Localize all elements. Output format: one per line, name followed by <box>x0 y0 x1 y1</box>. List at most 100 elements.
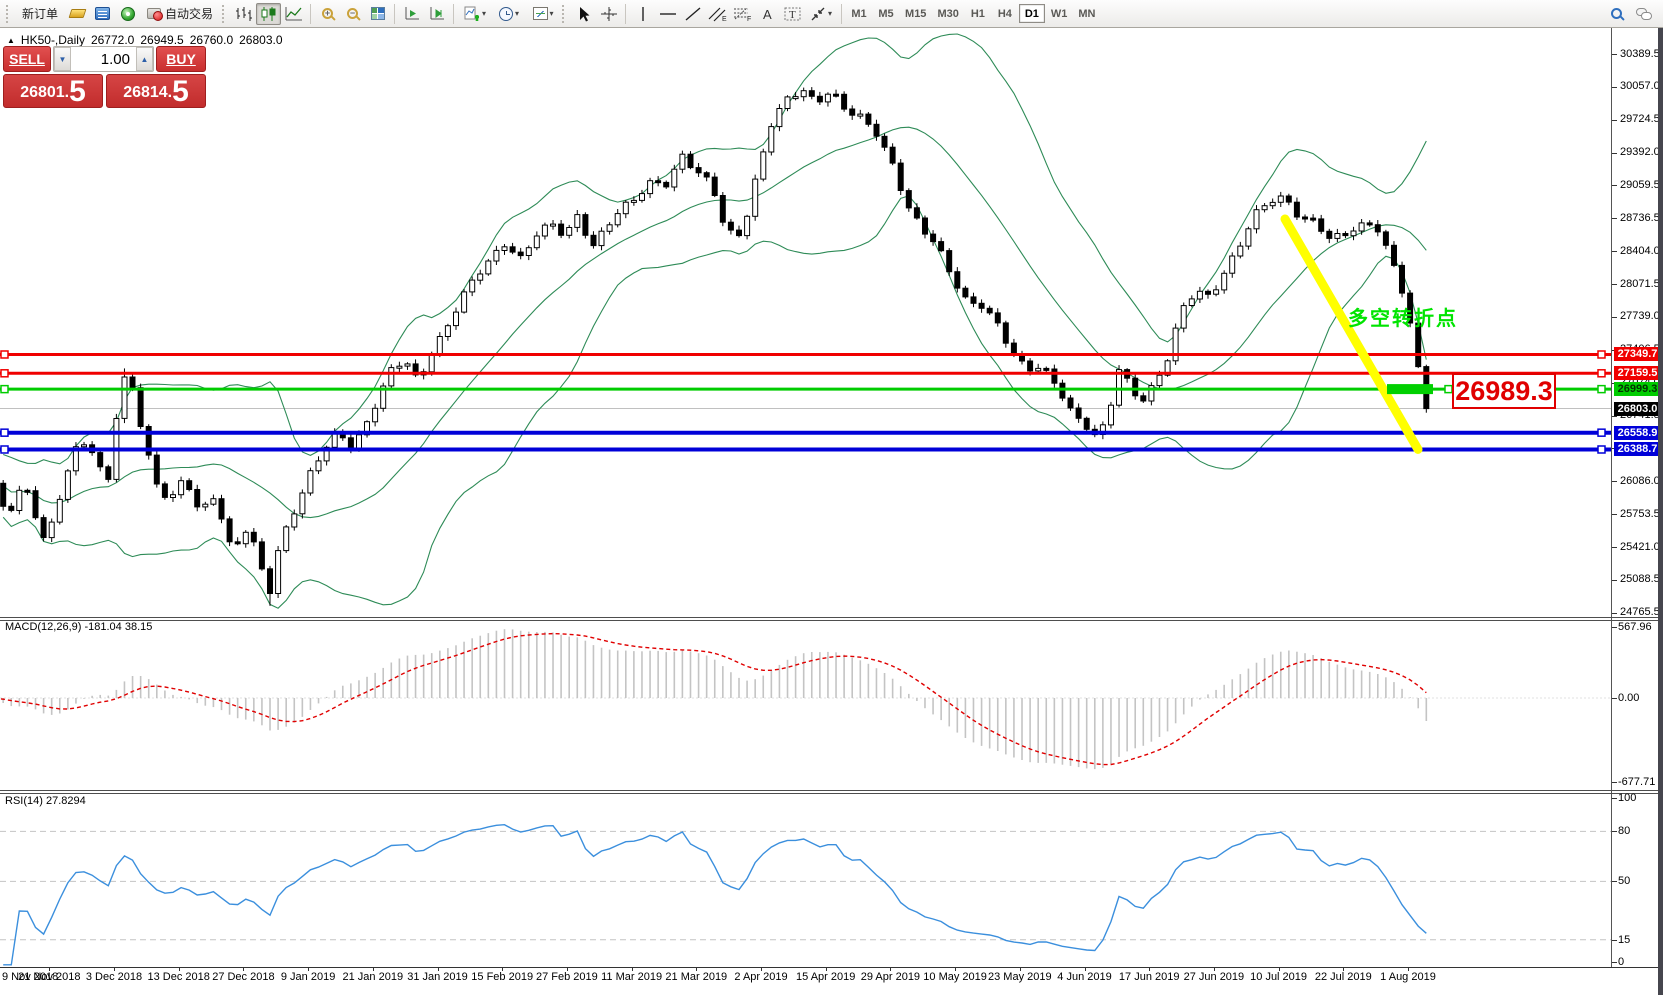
date-axis-line <box>0 967 1663 968</box>
date-tick-label: 15 Apr 2019 <box>796 971 855 983</box>
auto-scroll-glyph <box>403 6 421 22</box>
date-tick-label: 2 Apr 2019 <box>734 971 787 983</box>
price-chart[interactable] <box>0 28 1663 968</box>
date-tick-label: 31 Jan 2019 <box>407 971 468 983</box>
cursor-icon[interactable] <box>571 3 596 25</box>
price-tick <box>1612 185 1617 186</box>
ohlc-high: 26949.5 <box>140 33 183 47</box>
timeframe-h4[interactable]: H4 <box>992 4 1018 23</box>
date-tick-label: 17 Jun 2019 <box>1119 971 1180 983</box>
ohlc-low: 26760.0 <box>190 33 233 47</box>
volume-decrease-button[interactable]: ▼ <box>54 47 71 71</box>
macd-tick <box>1612 782 1617 783</box>
buy-price: 26814. <box>123 80 172 106</box>
vertical-line-glyph <box>636 6 650 22</box>
timeframe-m5[interactable]: M5 <box>873 4 899 23</box>
search-icon[interactable] <box>1604 3 1629 25</box>
panel-divider[interactable] <box>0 793 1663 794</box>
price-tick-label: 29724.5 <box>1620 113 1660 125</box>
zoom-in-icon[interactable]: + <box>315 3 340 25</box>
chat-bubbles-glyph <box>1636 8 1652 20</box>
date-tick-label: 10 Jul 2019 <box>1250 971 1307 983</box>
bar-chart-icon[interactable] <box>231 3 256 25</box>
rsi-tick-label: 15 <box>1618 934 1630 946</box>
price-level-label: 26388.7 <box>1614 442 1661 456</box>
shapes-icon[interactable]: ▾ <box>805 3 837 25</box>
chart-window[interactable]: ▲ HK50-,Daily 26772.0 26949.5 26760.0 26… <box>0 28 1663 995</box>
timeframe-w1[interactable]: W1 <box>1046 4 1073 23</box>
price-tick-label: 29059.5 <box>1620 179 1660 191</box>
chart-header: ▲ HK50-,Daily 26772.0 26949.5 26760.0 26… <box>7 33 283 47</box>
volume-input[interactable]: 1.00 <box>71 47 136 71</box>
timeframe-m30[interactable]: M30 <box>932 4 963 23</box>
volume-increase-button[interactable]: ▲ <box>136 47 153 71</box>
rsi-tick-label: 100 <box>1618 792 1636 804</box>
price-level-label: 26803.0 <box>1614 402 1661 416</box>
chat-icon[interactable] <box>1629 3 1659 25</box>
sell-price-panel[interactable]: 26801.5 <box>3 74 103 108</box>
text-icon[interactable]: A <box>755 3 780 25</box>
volume-spinner: ▼ 1.00 ▲ <box>53 46 154 72</box>
timeframe-bar: M1M5M15M30H1H4D1W1MN <box>846 4 1100 23</box>
chart-shift-icon[interactable] <box>424 3 449 25</box>
toolbar-grip <box>222 5 227 23</box>
charts-icon[interactable] <box>65 3 90 25</box>
signal-icon[interactable] <box>115 3 140 25</box>
auto-trading-button[interactable]: 自动交易 <box>140 3 220 25</box>
sell-price-pip: 5 <box>69 78 86 106</box>
price-tick-label: 24765.5 <box>1620 606 1660 618</box>
vertical-line-icon[interactable] <box>630 3 655 25</box>
text-a-glyph: A <box>760 6 776 22</box>
new-order-button[interactable]: 新订单 <box>15 3 65 25</box>
price-tick-label: 27739.0 <box>1620 310 1660 322</box>
trendline-icon[interactable] <box>680 3 705 25</box>
add-indicator-icon[interactable]: ▾ <box>458 3 492 25</box>
line-chart-icon[interactable] <box>281 3 306 25</box>
market-watch-icon[interactable] <box>90 3 115 25</box>
period-clock-icon[interactable]: ▾ <box>492 3 526 25</box>
price-tick-label: 28404.0 <box>1620 245 1660 257</box>
rsi-tick <box>1612 940 1617 941</box>
price-tick <box>1612 153 1617 154</box>
crosshair-icon[interactable] <box>596 3 621 25</box>
magnifier-minus-glyph: − <box>347 8 358 19</box>
date-tick-label: 23 May 2019 <box>988 971 1052 983</box>
template-icon[interactable]: ▾ <box>526 3 560 25</box>
channel-icon[interactable]: E <box>705 3 730 25</box>
date-tick-label: 27 Jun 2019 <box>1184 971 1245 983</box>
horizontal-line-glyph <box>659 7 677 21</box>
buy-price-panel[interactable]: 26814.5 <box>106 74 206 108</box>
date-tick-label: 1 Aug 2019 <box>1380 971 1436 983</box>
sell-button[interactable]: SELL <box>3 46 51 72</box>
panel-divider[interactable] <box>0 620 1663 621</box>
timeframe-d1[interactable]: D1 <box>1019 4 1045 23</box>
timeframe-h1[interactable]: H1 <box>965 4 991 23</box>
panel-divider[interactable] <box>0 617 1663 618</box>
panel-divider[interactable] <box>0 790 1663 791</box>
price-level-label: 27159.5 <box>1614 366 1661 380</box>
price-callout-box[interactable]: 26989.3 <box>1452 373 1556 409</box>
price-level-label: 27349.7 <box>1614 347 1661 361</box>
timeframe-m1[interactable]: M1 <box>846 4 872 23</box>
rsi-tick <box>1612 962 1617 963</box>
symbol-triangle-icon: ▲ <box>7 36 15 45</box>
magnifier-plus-glyph: + <box>322 8 333 19</box>
toolbar: 新订单 自动交易 + − ▾ ▾ ▾ <box>0 0 1663 28</box>
horizontal-line-icon[interactable] <box>655 3 680 25</box>
text-label-icon[interactable]: T <box>780 3 805 25</box>
zoom-out-icon[interactable]: − <box>340 3 365 25</box>
timeframe-mn[interactable]: MN <box>1073 4 1100 23</box>
fibonacci-icon[interactable]: F <box>730 3 755 25</box>
price-tick <box>1612 416 1617 417</box>
date-tick-label: 13 Dec 2018 <box>147 971 209 983</box>
svg-text:F: F <box>747 16 751 22</box>
price-tick <box>1612 613 1617 614</box>
crosshair-glyph <box>600 6 618 22</box>
price-tick <box>1612 481 1617 482</box>
candlestick-icon[interactable] <box>256 3 281 25</box>
auto-scroll-icon[interactable] <box>399 3 424 25</box>
buy-button[interactable]: BUY <box>156 46 206 72</box>
price-tick-label: 25088.5 <box>1620 573 1660 585</box>
tile-windows-icon[interactable] <box>365 3 390 25</box>
timeframe-m15[interactable]: M15 <box>900 4 931 23</box>
